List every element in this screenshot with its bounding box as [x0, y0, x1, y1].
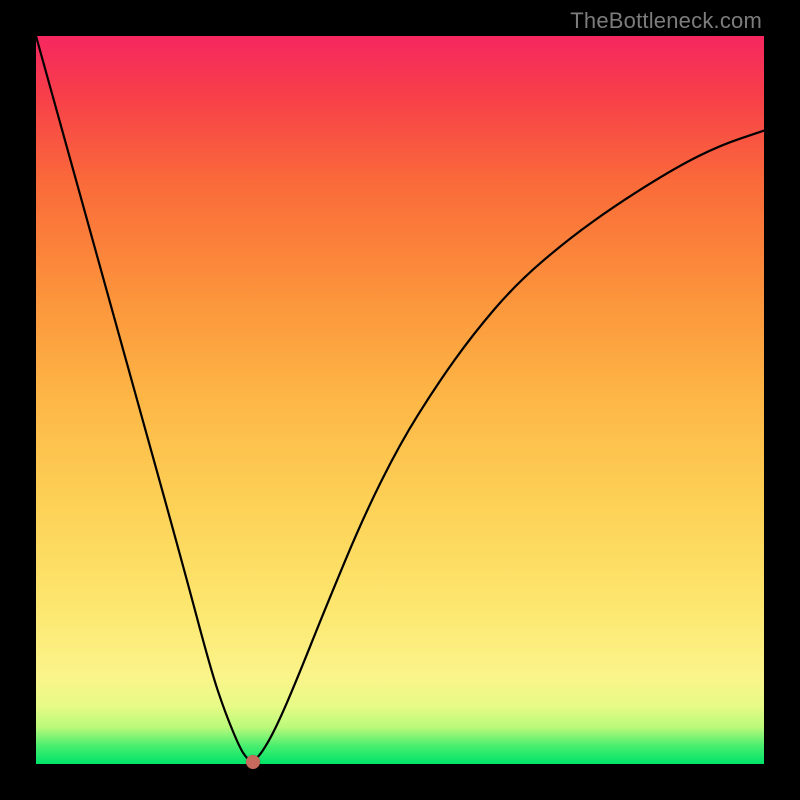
chart-frame: TheBottleneck.com: [0, 0, 800, 800]
plot-area: [36, 36, 764, 764]
bottleneck-curve: [36, 36, 764, 761]
watermark-text: TheBottleneck.com: [570, 8, 762, 34]
curve-svg: [36, 36, 764, 764]
optimal-point-marker: [246, 755, 260, 769]
